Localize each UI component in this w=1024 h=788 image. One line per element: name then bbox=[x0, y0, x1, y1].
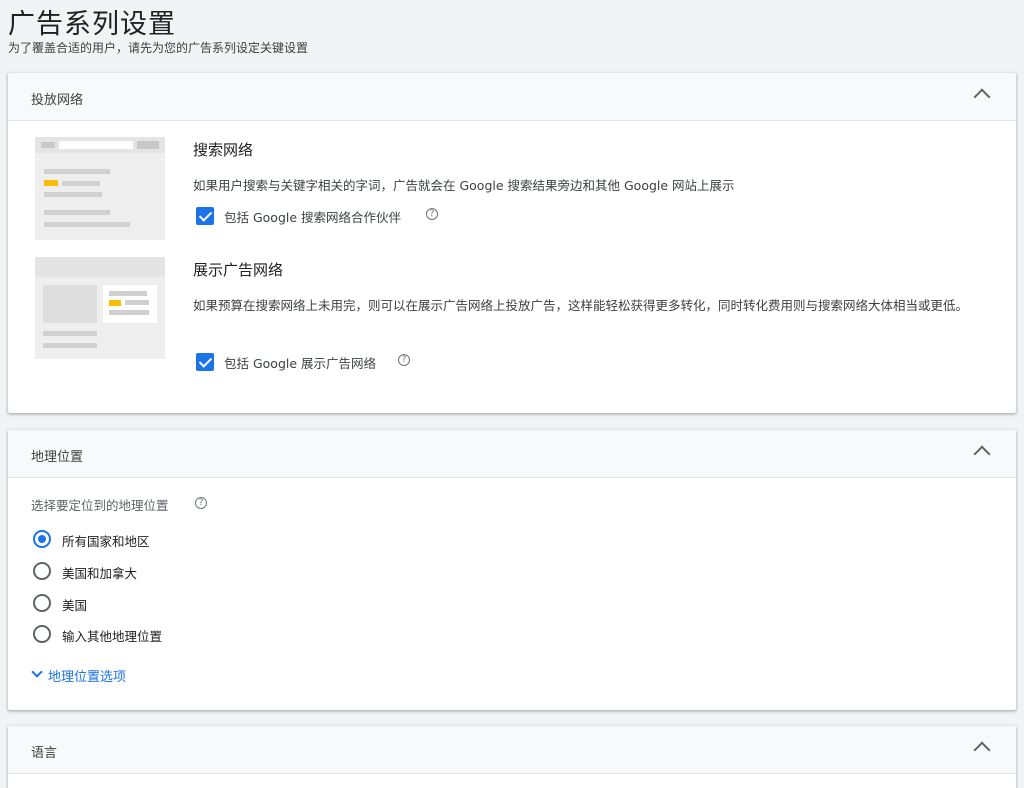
radio-other-location-label: 输入其他地理位置 bbox=[62, 629, 163, 644]
display-network-description: 如果预算在搜索网络上未用完，则可以在展示广告网络上投放广告，这样能轻松获得更多转… bbox=[193, 298, 969, 313]
language-card: 语言 bbox=[8, 726, 1016, 788]
display-network-help-icon[interactable]: ? bbox=[398, 354, 410, 366]
collapse-chevron-icon[interactable] bbox=[973, 88, 991, 106]
page-subtitle: 为了覆盖合适的用户，请先为您的广告系列设定关键设置 bbox=[8, 41, 309, 55]
location-card-header[interactable]: 地理位置 bbox=[8, 430, 1016, 478]
search-network-description: 如果用户搜索与关键字相关的字词，广告就会在 Google 搜索结果旁边和其他 G… bbox=[193, 178, 735, 193]
chevron-down-icon[interactable] bbox=[31, 666, 43, 678]
page-title: 广告系列设置 bbox=[8, 9, 176, 40]
display-network-title: 展示广告网络 bbox=[193, 261, 284, 279]
network-card-title: 投放网络 bbox=[31, 93, 84, 108]
radio-us-canada[interactable] bbox=[33, 562, 51, 580]
network-card-header[interactable]: 投放网络 bbox=[8, 73, 1016, 121]
search-network-illustration bbox=[35, 137, 165, 240]
language-card-header[interactable]: 语言 bbox=[8, 726, 1016, 774]
radio-all-countries[interactable] bbox=[33, 530, 51, 548]
language-card-title: 语言 bbox=[31, 746, 58, 761]
radio-us[interactable] bbox=[33, 594, 51, 612]
location-options-link[interactable]: 地理位置选项 bbox=[48, 666, 126, 685]
search-partners-label: 包括 Google 搜索网络合作伙伴 bbox=[224, 210, 402, 225]
radio-us-label: 美国 bbox=[62, 598, 88, 613]
collapse-chevron-icon[interactable] bbox=[973, 741, 991, 759]
search-partners-help-icon[interactable]: ? bbox=[426, 208, 438, 220]
radio-us-canada-label: 美国和加拿大 bbox=[62, 566, 138, 581]
collapse-chevron-icon[interactable] bbox=[973, 445, 991, 463]
display-network-checkbox[interactable] bbox=[196, 353, 214, 371]
radio-all-countries-label: 所有国家和地区 bbox=[62, 534, 150, 549]
display-network-label: 包括 Google 展示广告网络 bbox=[224, 356, 377, 371]
search-network-title: 搜索网络 bbox=[193, 141, 254, 159]
display-network-illustration bbox=[35, 257, 165, 359]
location-card: 地理位置 选择要定位到的地理位置 ? 所有国家和地区 美国和加拿大 美国 输入其… bbox=[8, 430, 1016, 710]
location-card-title: 地理位置 bbox=[31, 450, 84, 465]
radio-other-location[interactable] bbox=[33, 625, 51, 643]
network-card: 投放网络 搜索网络 如果用户搜索与关键字相关的字词，广告就会在 Google 搜… bbox=[8, 73, 1016, 413]
location-help-icon[interactable]: ? bbox=[195, 497, 207, 509]
location-prompt: 选择要定位到的地理位置 bbox=[31, 498, 169, 513]
campaign-settings-page: 广告系列设置 为了覆盖合适的用户，请先为您的广告系列设定关键设置 投放网络 搜索… bbox=[0, 0, 1024, 788]
search-partners-checkbox[interactable] bbox=[196, 207, 214, 225]
